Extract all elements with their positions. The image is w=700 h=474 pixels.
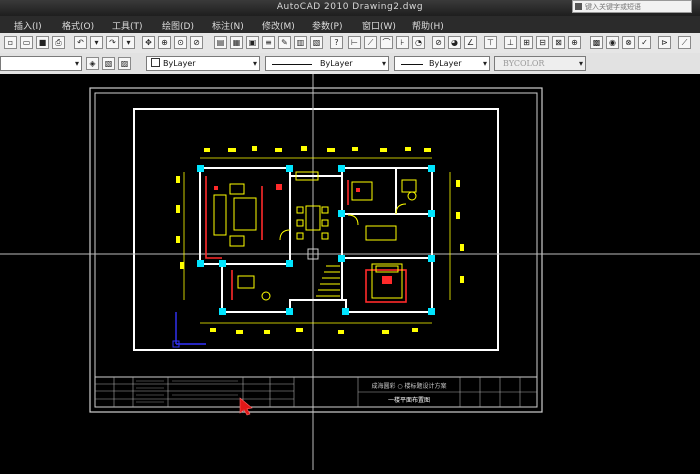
title-bar: AutoCAD 2010 Drawing2.dwg 键入关键字或短语 (0, 0, 700, 16)
open-icon[interactable]: ▭ (20, 36, 33, 49)
zoom-previous-icon[interactable]: ⊘ (190, 36, 203, 49)
dim-edit-icon[interactable]: ⊗ (622, 36, 635, 49)
floor-plan (176, 146, 464, 334)
wall-accents (205, 176, 407, 303)
dim-baseline-icon[interactable]: ⊤ (484, 36, 497, 49)
properties-toolbar: ▾ ◈ ▧ ▨ ByLayer ▾ ByLayer ▾ ByLayer ▾ BY… (0, 53, 700, 75)
color-value: ByLayer (163, 59, 196, 68)
new-icon[interactable]: ▫ (4, 36, 17, 49)
undo-icon[interactable]: ↶ (74, 36, 87, 49)
dim-space-icon[interactable]: ⊞ (520, 36, 533, 49)
drawing-canvas[interactable]: 成海圆彩 ○ 楼标题设计方案 一楼平面布置图 (0, 74, 700, 470)
dim-aligned-icon[interactable]: ⟋ (364, 36, 377, 49)
menu-insert[interactable]: 插入(I) (14, 19, 42, 32)
zoom-window-icon[interactable]: ⊙ (174, 36, 187, 49)
menu-tools[interactable]: 工具(T) (112, 19, 143, 32)
titleblock-sheet: 一楼平面布置图 (388, 396, 430, 404)
redo-dropdown-icon[interactable]: ▾ (122, 36, 135, 49)
tool-palette-icon[interactable]: ▣ (246, 36, 259, 49)
dim-diameter-icon[interactable]: ⊘ (432, 36, 445, 49)
sheet-set-icon[interactable]: ≡ (262, 36, 275, 49)
dim-arc-icon[interactable]: ⌒ (380, 36, 393, 49)
dim-angular-icon[interactable]: ∠ (464, 36, 477, 49)
search-placeholder: 键入关键字或短语 (585, 3, 641, 11)
sheet-outer-border (89, 87, 543, 413)
dim-jogged-icon[interactable]: ◕ (448, 36, 461, 49)
menu-format[interactable]: 格式(O) (62, 19, 94, 32)
redo-icon[interactable]: ↷ (106, 36, 119, 49)
pan-icon[interactable]: ✥ (142, 36, 155, 49)
make-current-layer-icon[interactable]: ▧ (102, 57, 115, 70)
color-dropdown[interactable]: ByLayer ▾ (146, 56, 260, 71)
dim-text-edit-icon[interactable]: ✓ (638, 36, 651, 49)
dim-continue-icon[interactable]: ⊥ (504, 36, 517, 49)
menu-window[interactable]: 窗口(W) (362, 19, 396, 32)
layer-properties-icon[interactable]: ◈ (86, 57, 99, 70)
chevron-down-icon: ▾ (252, 59, 257, 68)
quickcalc-icon[interactable]: ▥ (294, 36, 307, 49)
layer-dropdown[interactable]: ▾ (0, 56, 82, 71)
linetype-value: ByLayer (320, 59, 353, 68)
chevron-down-icon: ▾ (578, 59, 583, 68)
lineweight-preview (401, 64, 423, 65)
layer-previous-icon[interactable]: ▨ (118, 57, 131, 70)
properties-icon[interactable]: ▤ (214, 36, 227, 49)
dim-break-icon[interactable]: ⊟ (536, 36, 549, 49)
search-icon (575, 3, 582, 10)
undo-dropdown-icon[interactable]: ▾ (90, 36, 103, 49)
plotstyle-dropdown[interactable]: BYCOLOR ▾ (494, 56, 586, 71)
dim-style-icon[interactable]: ⟋ (678, 36, 691, 49)
inspect-icon[interactable]: ▩ (590, 36, 603, 49)
menu-dimension[interactable]: 标注(N) (212, 19, 244, 32)
menu-help[interactable]: 帮助(H) (412, 19, 444, 32)
save-icon[interactable]: ■ (36, 36, 49, 49)
design-center-icon[interactable]: ▦ (230, 36, 243, 49)
search-input[interactable]: 键入关键字或短语 (572, 0, 692, 13)
lineweight-dropdown[interactable]: ByLayer ▾ (394, 56, 490, 71)
jogged-linear-icon[interactable]: ◉ (606, 36, 619, 49)
tolerance-icon[interactable]: ⊠ (552, 36, 565, 49)
menu-modify[interactable]: 修改(M) (262, 19, 295, 32)
calculator-icon[interactable]: ▧ (310, 36, 323, 49)
linetype-dropdown[interactable]: ByLayer ▾ (265, 56, 389, 71)
print-icon[interactable]: ⎙ (52, 36, 65, 49)
plotstyle-value: BYCOLOR (503, 59, 545, 68)
dim-linear-icon[interactable]: ⊢ (348, 36, 361, 49)
titleblock-project: 成海圆彩 ○ 楼标题设计方案 (371, 382, 446, 390)
menu-bar: 插入(I) 格式(O) 工具(T) 绘图(D) 标注(N) 修改(M) 参数(P… (0, 16, 700, 34)
center-mark-icon[interactable]: ⊕ (568, 36, 581, 49)
walls (199, 167, 433, 313)
menu-draw[interactable]: 绘图(D) (162, 19, 194, 32)
dimension-lines (183, 157, 451, 324)
dim-radius-icon[interactable]: ◔ (412, 36, 425, 49)
drawing-area[interactable]: 成海圆彩 ○ 楼标题设计方案 一楼平面布置图 (0, 74, 700, 470)
menu-parametric[interactable]: 参数(P) (312, 19, 342, 32)
dim-update-icon[interactable]: ⊳ (658, 36, 671, 49)
zoom-realtime-icon[interactable]: ⊕ (158, 36, 171, 49)
ucs-icon (172, 312, 206, 348)
lineweight-value: ByLayer (429, 59, 462, 68)
dim-ordinate-icon[interactable]: ⊦ (396, 36, 409, 49)
help-icon[interactable]: ? (330, 36, 343, 49)
chevron-down-icon: ▾ (74, 59, 79, 68)
standard-toolbar: ▫ ▭ ■ ⎙ ↶ ▾ ↷ ▾ ✥ ⊕ ⊙ ⊘ ▤ ▦ ▣ ≡ ✎ ▥ ▧ ? … (0, 33, 700, 54)
stairs (316, 265, 340, 297)
sheet-inner-border (94, 92, 538, 408)
dimension-ticks (176, 146, 464, 334)
linetype-preview (272, 64, 312, 65)
color-swatch (151, 58, 160, 67)
chevron-down-icon: ▾ (482, 59, 487, 68)
markup-icon[interactable]: ✎ (278, 36, 291, 49)
chevron-down-icon: ▾ (381, 59, 386, 68)
title-block: 成海圆彩 ○ 楼标题设计方案 一楼平面布置图 (94, 376, 538, 408)
